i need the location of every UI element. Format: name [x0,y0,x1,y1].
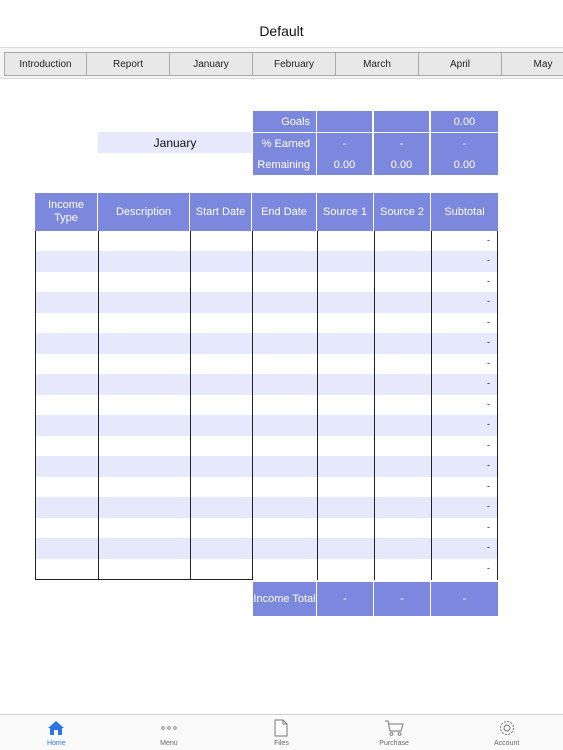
table-row[interactable]: - [35,251,498,272]
cart-icon [384,718,404,738]
row-subtotal: - [487,357,490,368]
col-source-1: Source 1 [317,193,374,231]
table-row[interactable]: - [35,538,498,559]
table-row[interactable]: - [35,292,498,313]
grid-line [252,231,253,580]
page-title: Default [259,23,304,39]
nav-menu[interactable]: Menu [113,715,226,750]
nav-label: Account [494,740,520,747]
row-subtotal: - [487,480,490,491]
row-subtotal: - [487,398,490,409]
goals-source2[interactable] [374,111,429,132]
nav-purchase[interactable]: Purchase [338,715,451,750]
col-start-date: Start Date [190,193,252,231]
earned-source2: - [374,133,429,154]
row-subtotal: - [487,439,490,450]
row-subtotal: - [487,542,490,553]
grid-line [35,231,36,580]
row-subtotal: - [487,562,490,573]
earned-label: % Earned [253,133,316,154]
income-total-source1: - [317,582,374,616]
table-row[interactable]: - [35,518,498,538]
row-subtotal: - [487,460,490,471]
income-total-label: Income Total [253,582,317,616]
nav-label: Files [274,740,289,747]
col-subtotal: Subtotal [431,193,498,231]
row-subtotal: - [487,235,490,245]
tab-introduction[interactable]: Introduction [4,52,87,76]
title-bar: Default [0,0,563,46]
table-row[interactable]: - [35,231,498,251]
grid-line [374,231,375,580]
nav-files[interactable]: Files [225,715,338,750]
tab-january[interactable]: January [170,52,253,76]
nav-label: Home [46,740,66,747]
goals-source1[interactable] [317,111,372,132]
table-row[interactable]: - [35,395,498,415]
table-row[interactable]: - [35,313,498,333]
table-row[interactable]: - [35,333,498,354]
nav-home[interactable]: Home [0,715,113,750]
nav-account[interactable]: Account [450,715,563,750]
tab-february[interactable]: February [253,52,336,76]
table-row[interactable]: - [35,374,498,395]
income-table: Income Type Description Start Date End D… [35,193,498,581]
row-subtotal: - [487,501,490,512]
remaining-label: Remaining [253,154,316,175]
income-total-source2: - [374,582,431,616]
row-subtotal: - [487,255,490,266]
table-row[interactable]: - [35,477,498,497]
earned-source1: - [317,133,372,154]
goals-label: Goals [253,111,316,132]
row-subtotal: - [487,316,490,327]
income-total-subtotal: - [431,582,498,616]
dots-icon [159,718,179,738]
tab-april[interactable]: April [419,52,502,76]
table-row[interactable]: - [35,559,498,579]
grid-line [190,231,191,580]
table-row[interactable]: - [35,436,498,456]
row-subtotal: - [487,378,490,389]
table-row[interactable]: - [35,497,498,518]
bottom-nav: Home Menu Files Purchase Account [0,714,563,750]
earned-subtotal: - [431,133,498,154]
grid-line [317,231,318,580]
tab-report[interactable]: Report [87,52,170,76]
table-row[interactable]: - [35,456,498,477]
row-subtotal: - [487,275,490,286]
tab-march[interactable]: March [336,52,419,76]
home-icon [46,718,66,738]
remaining-source2: 0.00 [374,154,429,175]
sheet-tab-bar: Introduction Report January February Mar… [0,47,563,79]
remaining-source1: 0.00 [317,154,372,175]
row-subtotal: - [487,296,490,307]
table-row[interactable]: - [35,272,498,292]
tab-may[interactable]: May [502,52,563,76]
month-label: January [98,132,252,153]
grid-line [98,231,99,580]
col-end-date: End Date [252,193,317,231]
remaining-subtotal: 0.00 [431,154,498,175]
grid-line [35,579,252,580]
goals-subtotal[interactable]: 0.00 [431,111,498,132]
nav-label: Purchase [379,740,409,747]
col-source-2: Source 2 [374,193,431,231]
row-subtotal: - [487,521,490,532]
grid-line [431,231,432,580]
col-income-type: Income Type [35,193,98,231]
col-description: Description [98,193,190,231]
gear-icon [497,718,517,738]
table-row[interactable]: - [35,354,498,374]
table-row[interactable]: - [35,415,498,436]
row-subtotal: - [487,337,490,348]
file-icon [271,718,291,738]
grid-line [497,231,498,580]
nav-label: Menu [160,740,178,747]
row-subtotal: - [487,419,490,430]
